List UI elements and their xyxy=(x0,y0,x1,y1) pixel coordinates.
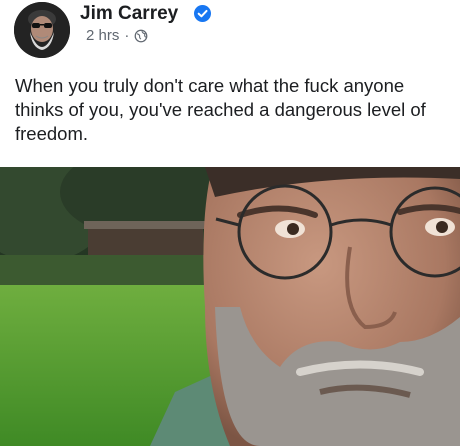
timestamp-link[interactable]: 2 hrs xyxy=(86,27,119,44)
post-text: When you truly don't care what the fuck … xyxy=(15,75,426,144)
post-photo[interactable] xyxy=(0,167,460,446)
verified-badge-icon xyxy=(194,5,211,22)
meta-separator: · xyxy=(124,27,130,44)
author-name-link[interactable]: Jim Carrey xyxy=(80,3,178,25)
avatar-image xyxy=(14,2,70,58)
post-meta: 2 hrs · xyxy=(86,27,148,44)
selfie-photo xyxy=(0,167,460,446)
avatar[interactable] xyxy=(14,2,70,58)
post-header: Jim Carrey 2 hrs · xyxy=(0,0,460,64)
globe-icon[interactable] xyxy=(134,29,148,43)
